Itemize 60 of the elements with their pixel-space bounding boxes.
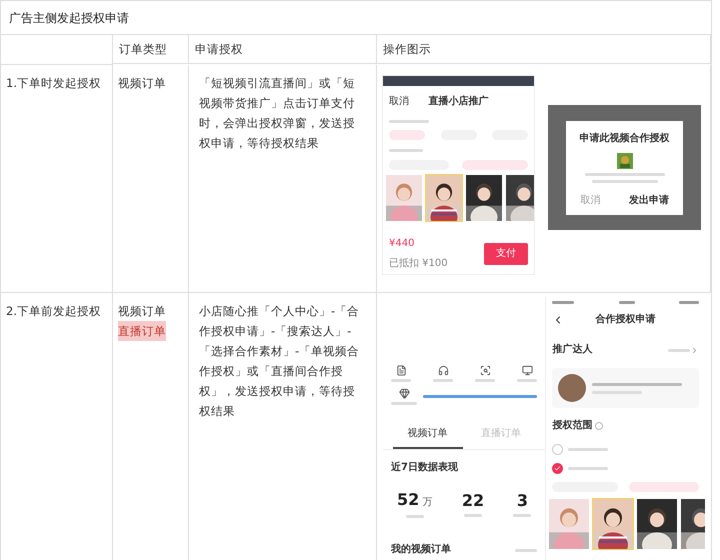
thumbnail-frame[interactable]	[548, 498, 590, 550]
text-line	[592, 180, 658, 182]
text-line	[391, 402, 417, 405]
table-title: 广告主侧发起授权申请	[1, 1, 711, 35]
dialog-title: 申请此视频合作授权	[580, 132, 670, 146]
column-header: 操作图示	[377, 35, 711, 64]
discount-text: 已抵扣 ¥100	[389, 256, 448, 271]
avatar	[558, 374, 586, 402]
table-cell: 「短视频引流直播间」或「短视频带货推广」点击订单支付时，会弹出授权弹窗，发送授权申请，等待授权结果	[199, 76, 355, 150]
column-header: 订单类型	[113, 35, 189, 64]
check-icon	[554, 465, 562, 472]
section-title: 推广达人	[552, 342, 592, 357]
thumbnail-frame[interactable]	[505, 174, 534, 222]
text-line	[464, 514, 482, 517]
diamond-icon[interactable]	[398, 388, 410, 399]
price: ¥440	[389, 237, 416, 251]
menu-icon[interactable]	[438, 365, 449, 376]
selected-thumbnail-frame[interactable]	[425, 174, 463, 222]
order-type: 直播订单	[118, 321, 166, 341]
text-line	[517, 379, 538, 382]
table-cell: 小店随心推「个人中心」-「合作授权申请」-「搜索达人」-「选择合作素材」-「单视频合作授权」或「直播间合作授权」，发送授权申请，等待授权结果	[199, 304, 360, 418]
text-line	[513, 514, 532, 517]
send-request-button[interactable]: 发出申请	[628, 190, 669, 210]
radio-button[interactable]	[552, 463, 564, 474]
selected-thumbnail-frame[interactable]	[592, 498, 634, 550]
table-cell: 1.下单时发起授权	[6, 76, 101, 90]
screen-title: 直播小店推广	[428, 94, 488, 109]
stat-value: 52 万	[397, 490, 432, 511]
cancel-link[interactable]: 取消	[389, 92, 409, 112]
menu-icon[interactable]	[522, 365, 533, 376]
text-line	[475, 379, 496, 382]
stat-value: 3	[516, 491, 528, 512]
menu-icon[interactable]	[480, 365, 491, 376]
radio-button[interactable]	[552, 444, 564, 455]
text-line	[389, 120, 429, 123]
column-header: 申请授权	[189, 35, 377, 64]
order-type: 视频订单	[118, 75, 166, 92]
stat-value: 22	[462, 491, 484, 512]
creator-card[interactable]	[552, 368, 699, 408]
section-title: 授权范围	[552, 418, 592, 433]
menu-icon[interactable]	[396, 365, 406, 376]
table-cell: 2.下单前发起授权	[6, 304, 101, 318]
thumbnail-frame[interactable]	[636, 498, 678, 550]
section-title: 近7日数据表现	[391, 460, 458, 475]
text-line	[668, 348, 690, 352]
text-line	[391, 379, 411, 382]
text-line	[433, 379, 454, 382]
text-line	[406, 515, 424, 518]
text-line	[389, 149, 423, 152]
text-line	[568, 448, 608, 451]
thumbnail-frame[interactable]	[465, 174, 503, 222]
thumbnail-frame[interactable]	[385, 174, 423, 222]
text-line	[568, 467, 608, 470]
order-tab[interactable]: 视频订单	[392, 421, 463, 449]
text-line	[515, 548, 538, 552]
order-type: 视频订单	[118, 303, 166, 320]
screen-title: 合作授权申请	[596, 312, 656, 327]
pay-button[interactable]: 支付	[484, 243, 528, 265]
section-title: 我的视频订单	[391, 542, 451, 557]
chevron-icon[interactable]	[690, 346, 699, 354]
